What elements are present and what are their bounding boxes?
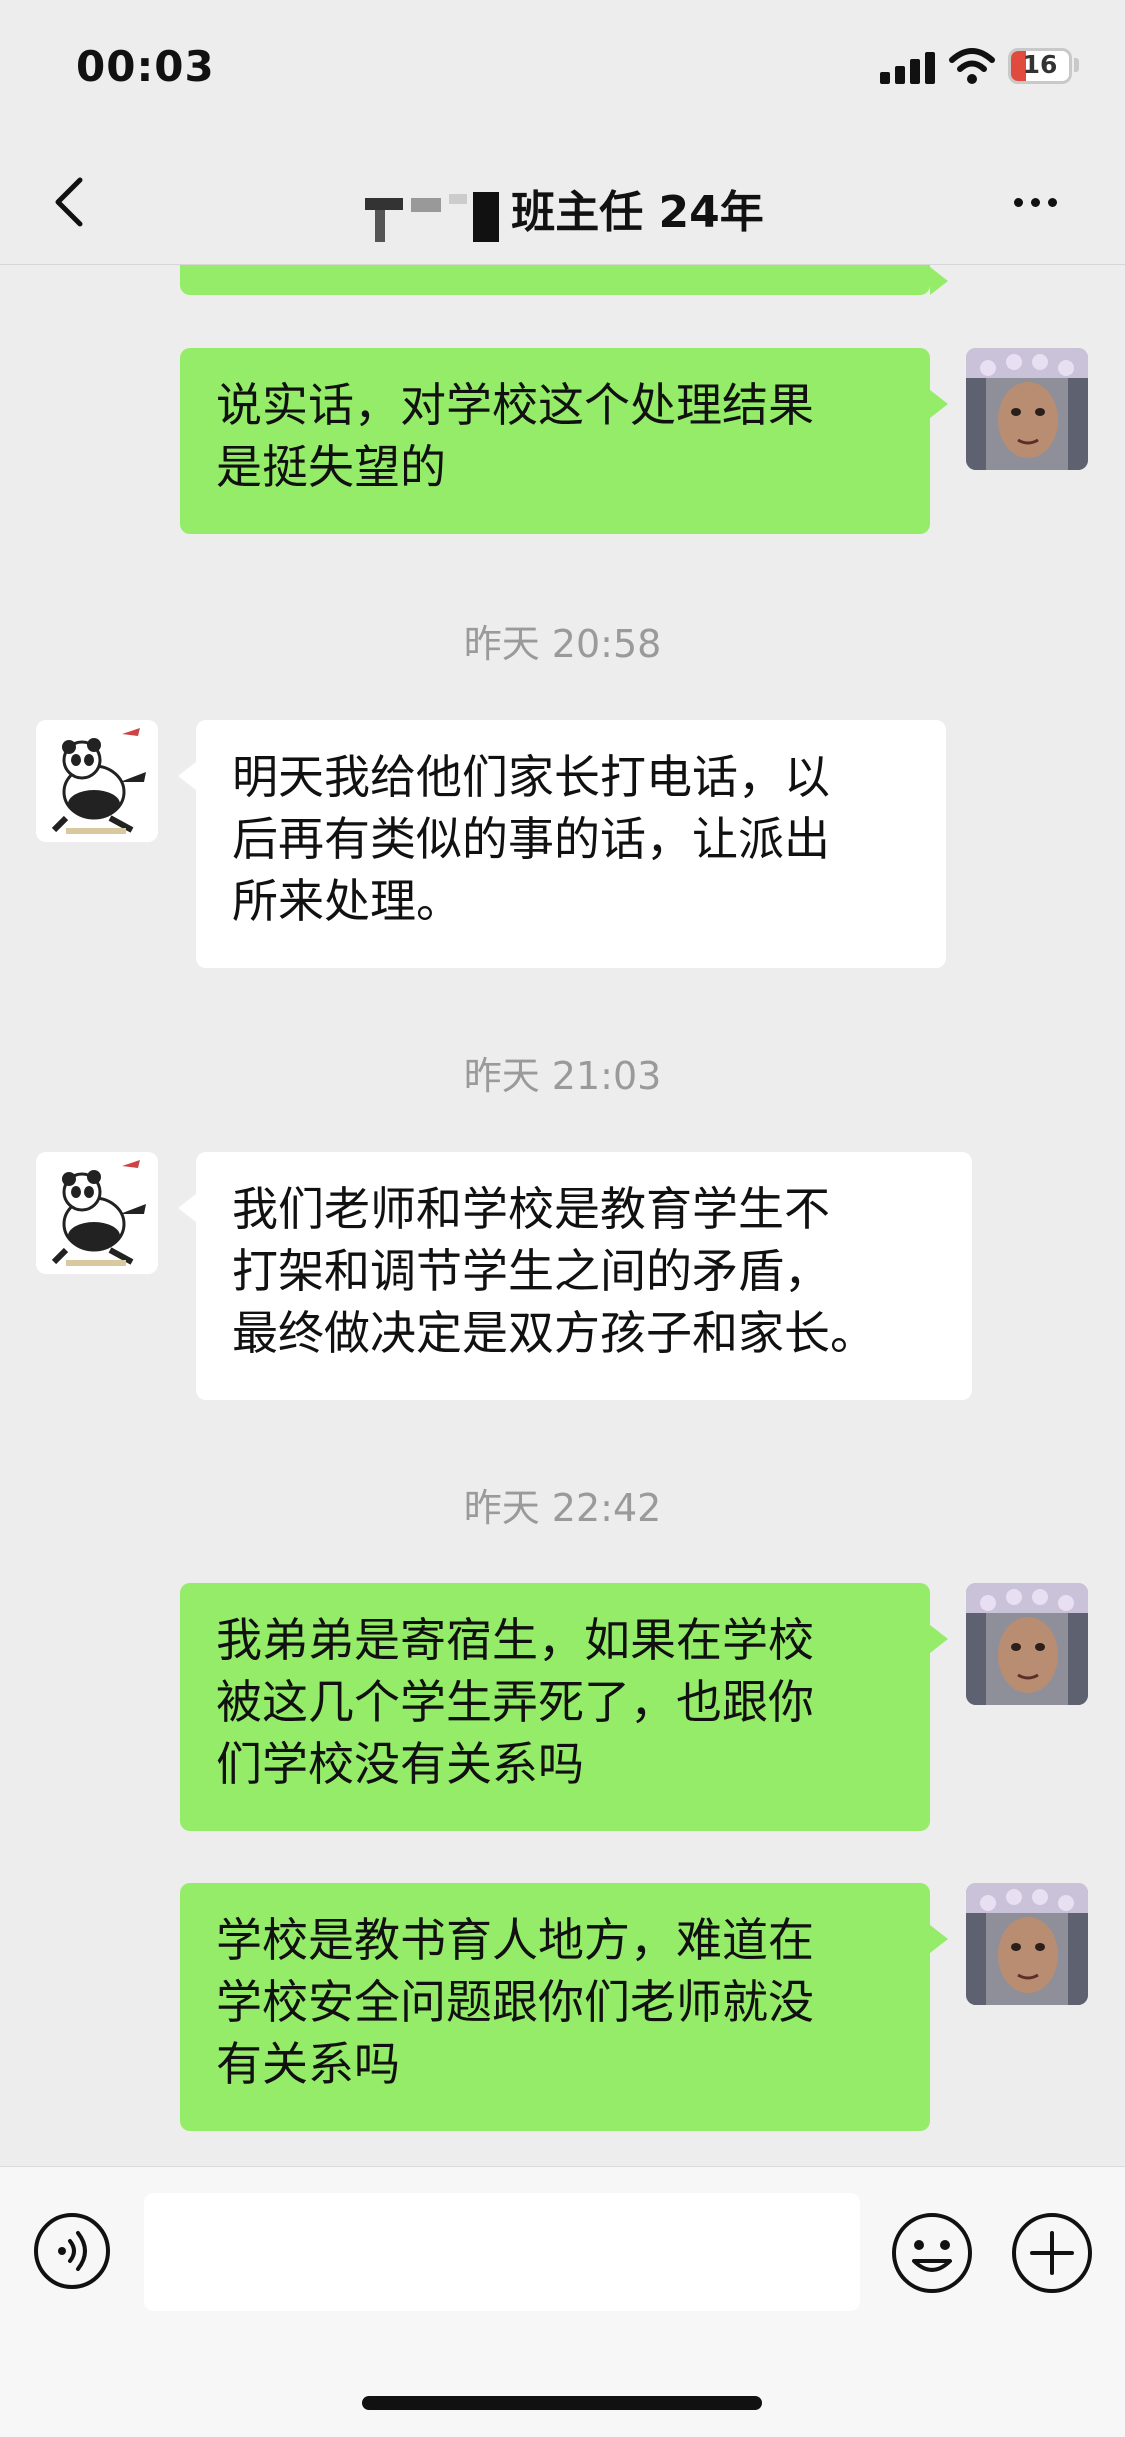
message-bubble-outgoing[interactable]: 我弟弟是寄宿生，如果在学校 被这几个学生弄死了，也跟你 们学校没有关系吗 (180, 1583, 948, 1831)
user-avatar[interactable] (966, 348, 1088, 470)
wifi-icon (949, 48, 995, 84)
user-avatar[interactable] (966, 1883, 1088, 2005)
voice-icon[interactable] (32, 2211, 112, 2291)
message-text: 我们老师和学校是教育学生不 打架和调节学生之间的矛盾， 最终做决定是双方孩子和家… (232, 1182, 876, 1360)
emoji-icon[interactable] (890, 2211, 974, 2295)
message-bubble-incoming[interactable]: 明天我给他们家长打电话，以 后再有类似的事的话，让派出 所来处理。 (178, 720, 946, 968)
message-input[interactable] (144, 2193, 860, 2311)
chat-title-text: 班主任 24年 (511, 187, 764, 238)
message-bubble-outgoing[interactable]: 说实话，对学校这个处理结果 是挺失望的 (180, 348, 948, 534)
status-bar: 00:03 16 (0, 0, 1125, 140)
contact-avatar[interactable] (36, 720, 158, 842)
battery-level: 16 (1022, 50, 1058, 79)
home-indicator[interactable] (362, 2396, 762, 2410)
plus-icon[interactable] (1010, 2211, 1094, 2295)
message-bubble-incoming[interactable]: 我们老师和学校是教育学生不 打架和调节学生之间的矛盾， 最终做决定是双方孩子和家… (178, 1152, 972, 1400)
message-bubble-outgoing[interactable] (180, 265, 948, 295)
message-text: 明天我给他们家长打电话，以 后再有类似的事的话，让派出 所来处理。 (232, 750, 830, 928)
redacted-name-mask (365, 192, 500, 242)
message-text: 我弟弟是寄宿生，如果在学校 被这几个学生弄死了，也跟你 们学校没有关系吗 (216, 1613, 814, 1791)
status-time: 00:03 (76, 42, 215, 91)
message-timestamp: 昨天 22:42 (463, 1486, 662, 1530)
message-bubble-outgoing[interactable]: 学校是教书育人地方，难道在 学校安全问题跟你们老师就没 有关系吗 (180, 1883, 948, 2131)
message-timestamp: 昨天 20:58 (463, 622, 662, 666)
cellular-signal-icon (880, 52, 936, 84)
more-dots-icon[interactable] (1000, 180, 1070, 224)
message-text: 说实话，对学校这个处理结果 是挺失望的 (216, 378, 814, 494)
contact-avatar[interactable] (36, 1152, 158, 1274)
chat-title: 班主任 24年 (0, 176, 1125, 244)
message-timestamp: 昨天 21:03 (463, 1054, 662, 1098)
chat-header: 班主任 24年 (0, 140, 1125, 265)
battery-tip (1074, 58, 1079, 72)
battery-icon: 16 (1008, 48, 1072, 84)
message-text: 学校是教书育人地方，难道在 学校安全问题跟你们老师就没 有关系吗 (216, 1913, 814, 2091)
message-list[interactable]: 说实话，对学校这个处理结果 是挺失望的 昨天 20:58 明天我给他们家长打电话… (0, 265, 1125, 2165)
user-avatar[interactable] (966, 1583, 1088, 1705)
